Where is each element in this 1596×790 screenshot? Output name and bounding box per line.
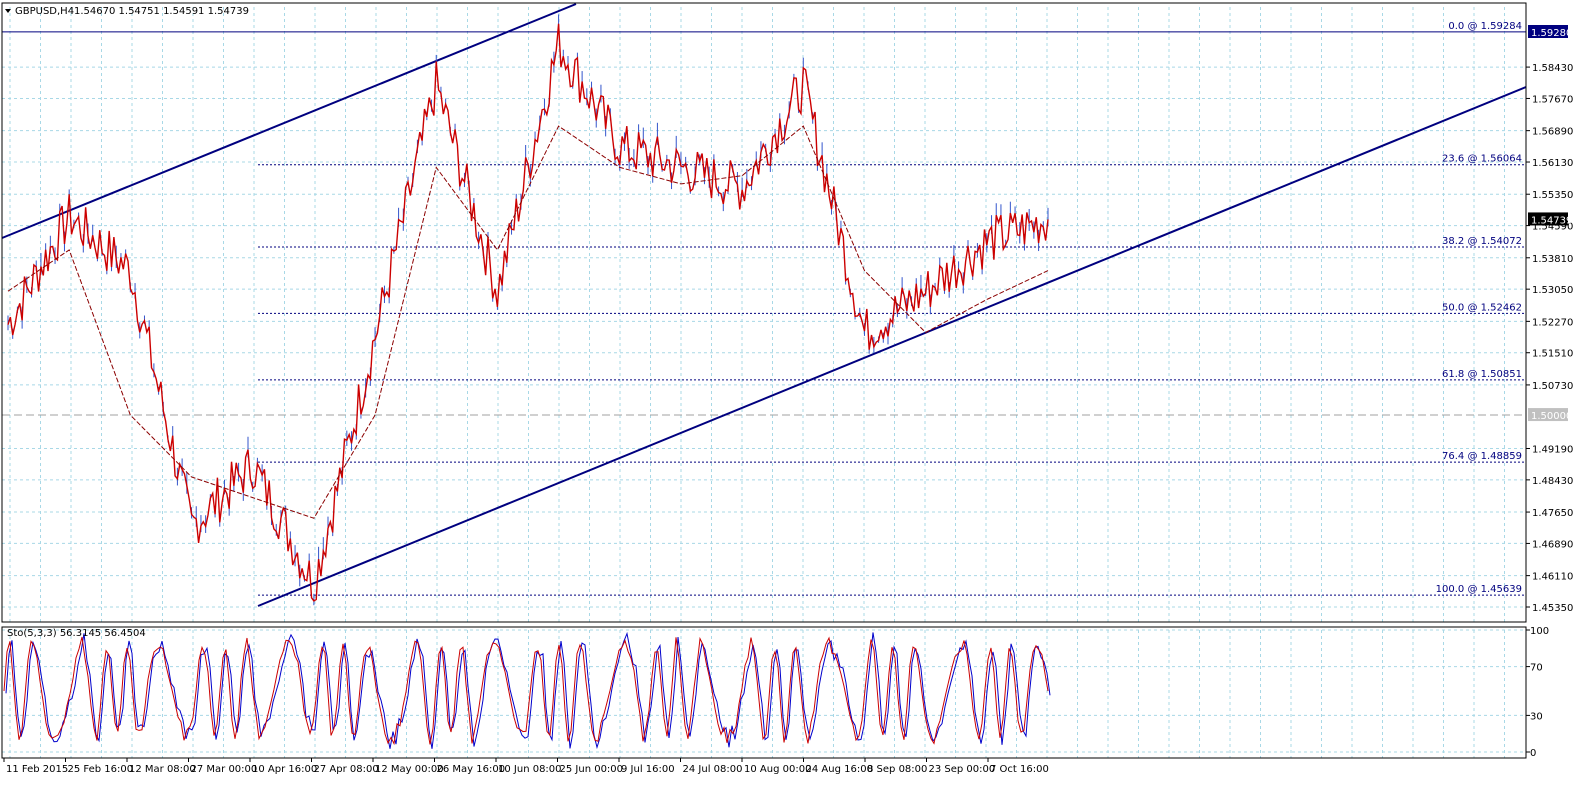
fib-level-label: 38.2 @ 1.54072 (1442, 236, 1522, 247)
indicator-tick-label: 100 (1530, 626, 1549, 637)
fib-level-label: 0.0 @ 1.59284 (1448, 21, 1522, 32)
price-tick-label: 1.57670 (1532, 94, 1573, 105)
time-tick-label: 11 Feb 2015 (6, 764, 68, 775)
time-tick-label: 25 Feb 16:00 (68, 764, 134, 775)
price-tick-label: 1.45350 (1532, 603, 1573, 614)
chart-background (0, 0, 1596, 790)
price-tick-label: 1.56890 (1532, 127, 1573, 138)
fib-level-label: 23.6 @ 1.56064 (1442, 154, 1522, 165)
fib-level-label: 61.8 @ 1.50851 (1442, 369, 1522, 380)
price-tick-label: 1.53810 (1532, 254, 1573, 265)
fib-level-label: 50.0 @ 1.52462 (1442, 302, 1522, 313)
price-tick-label: 1.50730 (1532, 381, 1573, 392)
price-tick-label: 1.51510 (1532, 349, 1573, 360)
price-badge-label: 1.54739 (1531, 215, 1572, 226)
time-tick-label: 7 Oct 16:00 (990, 764, 1049, 775)
indicator-tick-label: 70 (1530, 663, 1543, 674)
chart-canvas[interactable]: 0.0 @ 1.59284 23.6 @ 1.56064 38.2 @ 1.5407… (0, 0, 1596, 790)
time-tick-label: 12 Mar 08:00 (129, 764, 196, 775)
price-tick-label: 1.49190 (1532, 444, 1573, 455)
time-tick-label: 27 Mar 00:00 (191, 764, 258, 775)
indicator-tick-label: 30 (1530, 711, 1543, 722)
time-tick-label: 24 Aug 16:00 (806, 764, 873, 775)
time-tick-label: 23 Sep 00:00 (929, 764, 996, 775)
time-tick-label: 12 May 00:00 (375, 764, 444, 775)
ohlc-readout: 1.54670 1.54751 1.54591 1.54739 (74, 6, 249, 17)
time-tick-label: 10 Aug 00:00 (744, 764, 811, 775)
price-tick-label: 1.56130 (1532, 158, 1573, 169)
indicator-tick-label: 0 (1530, 748, 1536, 759)
price-tick-label: 1.58430 (1532, 63, 1573, 74)
price-badge-label: 1.50000 (1531, 411, 1572, 422)
time-tick-label: 24 Jul 08:00 (683, 764, 743, 775)
time-tick-label: 10 Jun 08:00 (498, 764, 562, 775)
chart-header: GBPUSD,H4 1.54670 1.54751 1.54591 1.5473… (5, 6, 249, 17)
fib-level-label: 100.0 @ 1.45639 (1436, 584, 1522, 595)
price-tick-label: 1.52270 (1532, 317, 1573, 328)
time-tick-label: 27 Apr 08:00 (314, 764, 379, 775)
price-tick-label: 1.48430 (1532, 476, 1573, 487)
price-tick-label: 1.46110 (1532, 572, 1573, 583)
price-badge-label: 1.59280 (1531, 28, 1572, 39)
price-tick-label: 1.46890 (1532, 539, 1573, 550)
time-tick-label: 10 Apr 16:00 (252, 764, 317, 775)
fib-level-label: 76.4 @ 1.48859 (1442, 451, 1522, 462)
time-tick-label: 26 May 16:00 (437, 764, 506, 775)
price-tick-label: 1.53050 (1532, 285, 1573, 296)
time-tick-label: 8 Sep 08:00 (867, 764, 927, 775)
price-tick-label: 1.55350 (1532, 190, 1573, 201)
stochastic-label: Sto(5,3,3) 56.3145 56.4504 (7, 628, 146, 639)
price-tick-label: 1.47650 (1532, 508, 1573, 519)
symbol-label: GBPUSD,H4 (15, 6, 74, 17)
time-tick-label: 25 Jun 00:00 (560, 764, 624, 775)
time-tick-label: 9 Jul 16:00 (621, 764, 675, 775)
